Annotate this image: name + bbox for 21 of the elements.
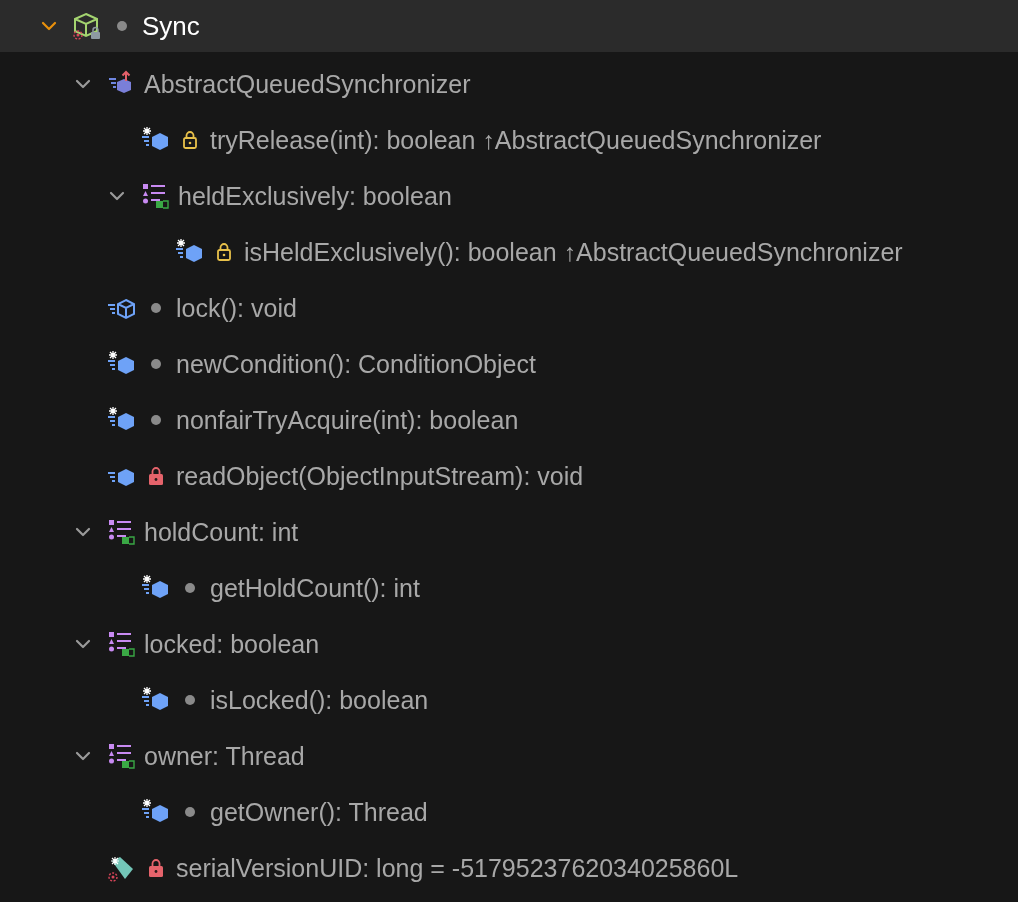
node-label: holdCount: int (144, 517, 299, 547)
selected-row[interactable]: Sync (0, 0, 1018, 52)
node-label: heldExclusively: boolean (178, 181, 452, 211)
node-label: tryRelease(int): boolean ↑AbstractQueuedSynchronizer (210, 125, 822, 155)
node-label: isHeldExclusively(): boolean ↑AbstractQueuedSynchronizer (244, 237, 903, 267)
list-icon (106, 517, 138, 547)
node-label: isLocked(): boolean (210, 685, 429, 715)
node-label: nonfairTryAcquire(int): boolean (176, 405, 519, 435)
node-label: readObject(ObjectInputStream): void (176, 461, 584, 491)
node-label: getHoldCount(): int (210, 573, 420, 603)
node-label: AbstractQueuedSynchronizer (144, 69, 471, 99)
node-label: Sync (142, 10, 200, 42)
node-label: locked: boolean (144, 629, 320, 659)
node-label: lock(): void (176, 293, 297, 323)
node-label: serialVersionUID: long = -5179523762034025860L (176, 853, 739, 883)
node-label: getOwner(): Thread (210, 797, 428, 827)
list-icon (140, 181, 172, 211)
node-label: owner: Thread (144, 741, 305, 771)
node-label: newCondition(): ConditionObject (176, 349, 536, 379)
list-icon (106, 741, 138, 771)
list-icon (106, 629, 138, 659)
